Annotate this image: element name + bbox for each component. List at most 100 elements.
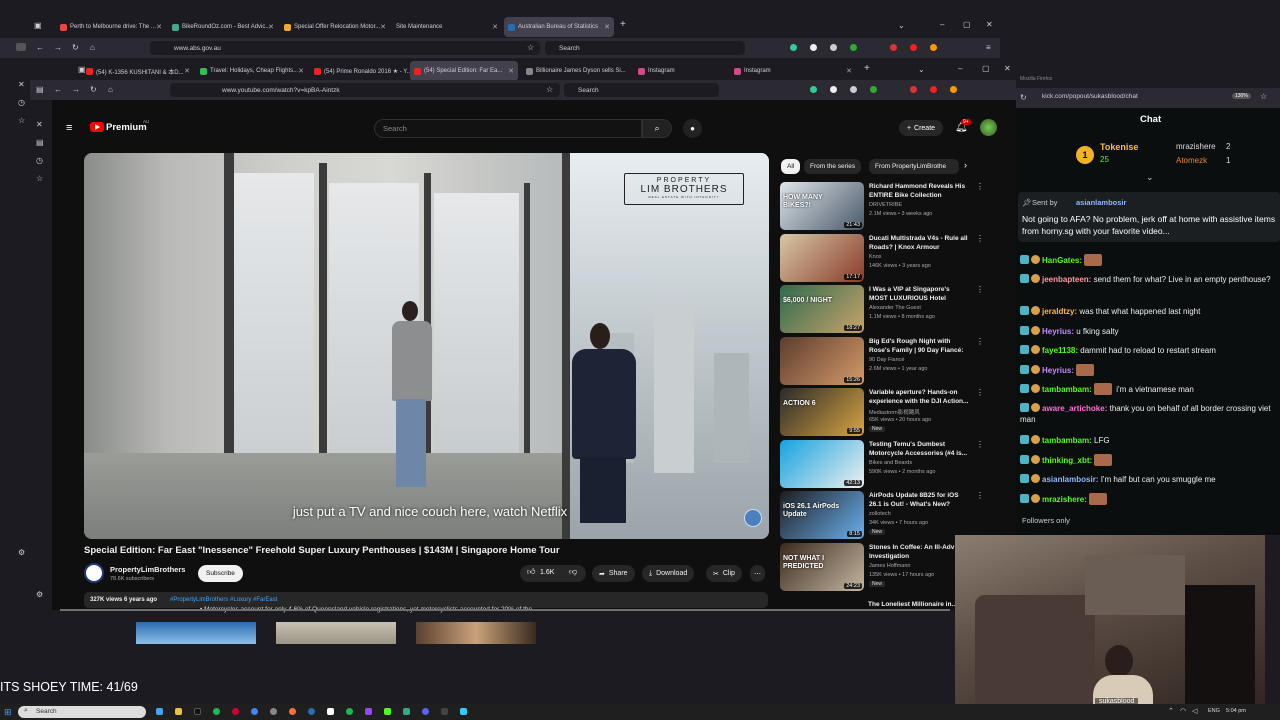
front-tab-2[interactable]: (54) Prime Ronaldo 2016 ★ - Y...✕ [310, 61, 422, 81]
video-thumbnail[interactable]: 15:26 [780, 336, 864, 385]
app-icon[interactable] [327, 708, 334, 715]
close-icon[interactable]: ✕ [492, 23, 498, 31]
news-thumbnail[interactable] [416, 622, 536, 644]
tab-list-icon[interactable]: ▣ [34, 21, 42, 31]
video-thumbnail[interactable]: 17:17 [780, 233, 864, 282]
avatar[interactable] [980, 119, 997, 136]
share-button[interactable]: ➦ Share [592, 565, 635, 582]
front-search-field[interactable]: Search [564, 83, 719, 97]
channel-name[interactable]: 90 Day Fiancé [869, 357, 904, 363]
chip-from-series[interactable]: From the series [804, 159, 862, 174]
home-icon[interactable]: ⌂ [90, 43, 95, 53]
front-tab-3[interactable]: (54) Special Edition: Far Ea... ✕ [410, 61, 518, 81]
video-title[interactable]: Stones In Coffee: An Ill-Adv Investigati… [869, 543, 969, 561]
zoom-level[interactable]: 130% [1232, 93, 1251, 99]
minimize-icon[interactable]: – [940, 20, 944, 30]
close-icon[interactable]: ✕ [508, 67, 514, 75]
close-window-icon[interactable]: ✕ [986, 20, 993, 30]
back-tab-2[interactable]: Special Offer Relocation Motor... ✕ [280, 17, 390, 37]
video-title[interactable]: Ducati Multistrada V4s - Rule all Roads?… [869, 234, 969, 252]
clock[interactable]: 5:04 pm [1226, 708, 1246, 714]
chat-username[interactable]: asianlambosir: [1042, 475, 1098, 484]
next-rec-title[interactable]: The Loneliest Millionaire in... [868, 601, 957, 608]
back-tab-4[interactable]: Australian Bureau of Statistics ✕ [504, 17, 614, 37]
recommended-video[interactable]: 17:17 Ducati Multistrada V4s - Rule all R… [780, 233, 984, 284]
folder-icon[interactable] [175, 708, 182, 715]
news-thumbnail[interactable] [276, 622, 396, 644]
channel-avatar[interactable] [84, 563, 104, 583]
sidebar-icon[interactable] [16, 43, 26, 51]
app-icon[interactable] [194, 708, 201, 715]
channel-name[interactable]: zollotech [869, 511, 891, 517]
close-icon[interactable]: ✕ [268, 23, 274, 31]
chat-username[interactable]: faye1138: [1042, 346, 1078, 355]
app-icon[interactable] [441, 708, 448, 715]
extension-icon[interactable] [810, 44, 817, 51]
app-icon[interactable] [308, 708, 315, 715]
app-icon[interactable] [365, 708, 372, 715]
channel-name[interactable]: Knox [869, 254, 882, 260]
subscribe-button[interactable]: Subscribe [198, 565, 243, 582]
extension-icon[interactable] [830, 44, 837, 51]
chevron-right-icon[interactable]: › [964, 160, 967, 170]
close-icon[interactable]: ✕ [36, 120, 43, 130]
back-url-field[interactable]: www.abs.gov.au [150, 41, 540, 55]
extension-icon[interactable] [810, 86, 817, 93]
news-thumbnail[interactable] [136, 622, 256, 644]
top-gifter-name[interactable]: Tokenise [1100, 142, 1138, 152]
chip-from-channel[interactable]: From PropertyLimBrothe [869, 159, 959, 174]
extension-icon[interactable] [930, 86, 937, 93]
history-icon[interactable]: ◷ [18, 98, 25, 108]
more-actions-button[interactable]: ⋯ [750, 565, 765, 582]
firefox-icon[interactable] [289, 708, 296, 715]
chat-username[interactable]: jeraldtzy: [1042, 307, 1077, 316]
extension-icon[interactable] [910, 44, 917, 51]
extension-icon[interactable] [850, 44, 857, 51]
close-icon[interactable]: ✕ [604, 23, 610, 31]
more-options-icon[interactable]: ⋮ [976, 285, 984, 294]
video-title[interactable]: Variable aperture? Hands-on experience w… [869, 388, 969, 406]
create-button[interactable]: + Create [899, 120, 943, 136]
recommended-video[interactable]: HOW MANY BIKES?! 21:43 Richard Hammond Rev… [780, 182, 984, 232]
chip-all[interactable]: All [781, 159, 801, 174]
video-title[interactable]: Richard Hammond Reveals His ENTIRE Bike … [869, 182, 969, 200]
new-tab-icon[interactable]: + [620, 20, 626, 30]
microphone-icon[interactable]: ● [683, 119, 702, 138]
minimize-icon[interactable]: – [958, 64, 962, 74]
video-thumbnail[interactable]: iOS 26.1 AirPods Update 8:15 [780, 491, 864, 539]
forward-icon[interactable]: → [72, 85, 80, 95]
bookmark-star-icon[interactable]: ☆ [546, 85, 553, 95]
recommended-video[interactable]: 15:26 Big Ed's Rough Night with Rose's Fa… [780, 336, 984, 387]
back-tab-3[interactable]: Site Maintenance ✕ [392, 17, 502, 37]
video-thumbnail[interactable]: 42:13 [780, 439, 864, 488]
extension-icon[interactable] [910, 86, 917, 93]
like-icon[interactable]: 👍︎ [527, 567, 535, 577]
chevron-down-icon[interactable]: ⌄ [918, 65, 925, 75]
app-icon[interactable] [460, 708, 467, 715]
channel-name[interactable]: PropertyLimBrothers [110, 565, 185, 574]
channel-name[interactable]: DRIVETRIBE [869, 202, 902, 208]
chrome-icon[interactable] [251, 708, 258, 715]
video-thumbnail[interactable]: $6,000 / NIGHT 18:27 [780, 285, 864, 333]
top-gifter-name[interactable]: Atomezk [1176, 156, 1207, 165]
forward-icon[interactable]: → [54, 43, 62, 53]
settings-icon[interactable]: ⚙ [18, 548, 25, 558]
front-tab-4[interactable]: Billionaire James Dyson sells Si... [522, 61, 626, 81]
more-options-icon[interactable]: ⋮ [976, 234, 984, 243]
close-icon[interactable]: ✕ [298, 67, 304, 75]
reload-icon[interactable]: ↻ [90, 85, 97, 95]
video-title[interactable]: Testing Temu's Dumbest Motorcycle Access… [869, 440, 969, 458]
chat-username[interactable]: aware_artichoke: [1042, 404, 1107, 413]
extension-icon[interactable] [890, 44, 897, 51]
youtube-premium-logo[interactable]: Premium [106, 122, 147, 133]
extension-icon[interactable] [870, 86, 877, 93]
dislike-icon[interactable]: 👎︎ [569, 567, 577, 577]
tabs-icon[interactable]: ▤ [36, 138, 44, 148]
more-options-icon[interactable]: ⋮ [976, 337, 984, 346]
front-tab-0[interactable]: (54) K-1356 KUSHITANI & 本D... ✕ [82, 61, 194, 81]
bookmark-icon[interactable]: ☆ [36, 174, 43, 184]
back-icon[interactable]: ← [36, 43, 44, 53]
discord-icon[interactable] [422, 708, 429, 715]
app-icon[interactable] [270, 708, 277, 715]
extension-icon[interactable] [830, 86, 837, 93]
